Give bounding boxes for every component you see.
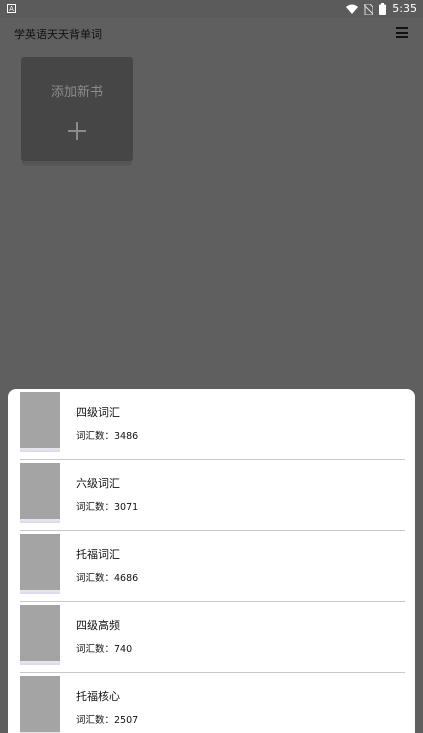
book-list-item[interactable]: 托福核心 词汇数：2507 bbox=[20, 673, 405, 733]
book-cover bbox=[20, 534, 60, 590]
book-name: 托福核心 bbox=[76, 690, 120, 703]
book-name: 六级词汇 bbox=[76, 477, 120, 490]
book-name: 四级高频 bbox=[76, 619, 120, 632]
book-list-item[interactable]: 六级词汇 词汇数：3071 bbox=[20, 460, 405, 531]
status-icons: 5:35 bbox=[346, 2, 417, 16]
book-cover bbox=[20, 463, 60, 519]
book-name: 四级词汇 bbox=[76, 406, 120, 419]
book-cover bbox=[20, 605, 60, 661]
app-notification-icon: A bbox=[7, 4, 16, 13]
book-word-count: 词汇数：2507 bbox=[76, 715, 139, 726]
book-name: 托福词汇 bbox=[76, 548, 120, 561]
book-word-count: 词汇数：3071 bbox=[76, 502, 139, 513]
battery-icon bbox=[379, 3, 387, 15]
app-bar: 学英语天天背单词 bbox=[0, 18, 423, 48]
book-cover bbox=[20, 676, 60, 732]
book-picker-sheet: 四级词汇 词汇数：3486 六级词汇 词汇数：3071 托福词汇 词汇数：468… bbox=[8, 389, 415, 733]
plus-icon bbox=[68, 122, 86, 140]
add-book-label: 添加新书 bbox=[50, 85, 103, 100]
book-word-count: 词汇数：4686 bbox=[76, 573, 139, 584]
hamburger-menu-icon[interactable] bbox=[396, 27, 408, 38]
book-word-count: 词汇数：740 bbox=[76, 644, 133, 655]
status-bar: A 5:35 bbox=[0, 0, 423, 18]
book-list-item[interactable]: 四级高频 词汇数：740 bbox=[20, 602, 405, 673]
book-list-item[interactable]: 四级词汇 词汇数：3486 bbox=[20, 389, 405, 460]
book-cover bbox=[20, 392, 60, 448]
add-book-card[interactable]: 添加新书 bbox=[21, 57, 133, 161]
status-time: 5:35 bbox=[392, 2, 417, 15]
app-title: 学英语天天背单词 bbox=[14, 28, 102, 41]
no-sim-icon bbox=[364, 3, 374, 15]
book-list-item[interactable]: 托福词汇 词汇数：4686 bbox=[20, 531, 405, 602]
book-word-count: 词汇数：3486 bbox=[76, 431, 139, 442]
wifi-icon bbox=[346, 4, 359, 14]
